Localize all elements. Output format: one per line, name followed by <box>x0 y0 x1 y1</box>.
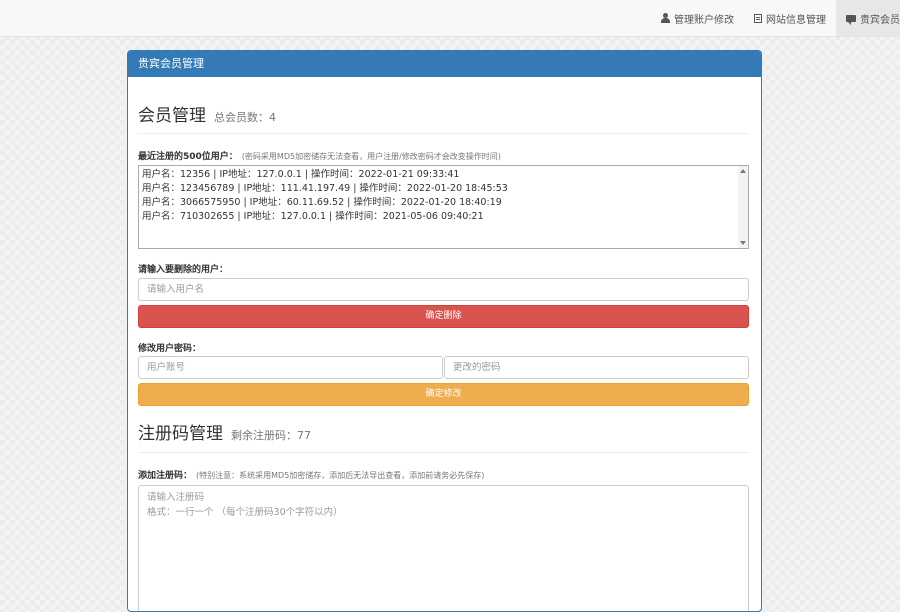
remaining-codes: 剩余注册码：77 <box>231 429 311 442</box>
log-line: 用户名：3066575950 | IP地址：60.11.69.52 | 操作时间… <box>142 197 502 208</box>
log-line: 用户名：123456789 | IP地址：111.41.197.49 | 操作时… <box>142 183 508 194</box>
code-title-text: 注册码管理 <box>138 424 223 444</box>
top-nav: 管理账户修改 网站信息管理 贵宾会员 <box>651 0 900 36</box>
delete-user-label: 请输入要删除的用户： <box>138 265 229 275</box>
divider <box>138 452 749 453</box>
scroll-up-icon[interactable] <box>740 169 746 173</box>
add-code-label: 添加注册码： (特别注意：系统采用MD5加密储存，添加后无法导出查看，添加前请务必… <box>138 468 484 481</box>
recent-users-label-text: 最近注册的500位用户： <box>138 152 238 162</box>
textarea-placeholder-line: 请输入注册码 <box>147 492 205 503</box>
member-section-title: 会员管理 总会员数：4 <box>138 101 276 126</box>
top-navbar: 管理账户修改 网站信息管理 贵宾会员 <box>0 0 900 37</box>
add-code-label-text: 添加注册码： <box>138 471 193 481</box>
divider <box>138 133 749 134</box>
code-section-title: 注册码管理 剩余注册码：77 <box>138 419 311 444</box>
log-line: 用户名：12356 | IP地址：127.0.0.1 | 操作时间：2022-0… <box>142 169 460 180</box>
member-title-text: 会员管理 <box>138 106 206 126</box>
textarea-placeholder-line: 格式：一行一个 （每个注册码30个字符以内） <box>147 507 343 518</box>
member-count: 总会员数：4 <box>214 111 276 124</box>
comment-icon <box>846 14 856 25</box>
recent-users-hint: (密码采用MD5加密储存无法查看，用户注册/修改密码才会改变操作时间) <box>241 152 501 161</box>
delete-username-input[interactable]: 请输入用户名 <box>138 278 749 301</box>
confirm-modify-button[interactable]: 确定修改 <box>138 383 749 406</box>
nav-admin-account-label: 管理账户修改 <box>674 14 734 26</box>
new-password-input[interactable]: 更改的密码 <box>444 356 749 379</box>
panel-heading: 贵宾会员管理 <box>128 51 761 77</box>
list-icon <box>754 13 762 23</box>
nav-site-info[interactable]: 网站信息管理 <box>744 0 836 36</box>
add-code-hint: (特别注意：系统采用MD5加密储存，添加后无法导出查看，添加前请务必先保存) <box>196 471 485 480</box>
log-scrollbar[interactable] <box>738 166 748 248</box>
nav-admin-account[interactable]: 管理账户修改 <box>651 0 744 36</box>
recent-users-log[interactable]: 用户名：12356 | IP地址：127.0.0.1 | 操作时间：2022-0… <box>138 165 749 249</box>
user-icon <box>661 13 670 23</box>
registration-code-textarea[interactable]: 请输入注册码 格式：一行一个 （每个注册码30个字符以内） <box>138 485 749 611</box>
nav-site-info-label: 网站信息管理 <box>766 14 826 26</box>
user-account-input[interactable]: 用户账号 <box>138 356 443 379</box>
recent-users-label: 最近注册的500位用户： (密码采用MD5加密储存无法查看，用户注册/修改密码才会… <box>138 149 501 162</box>
log-line: 用户名：710302655 | IP地址：127.0.0.1 | 操作时间：20… <box>142 211 484 222</box>
vip-management-panel: 贵宾会员管理 会员管理 总会员数：4 最近注册的500位用户： (密码采用MD5加密… <box>127 50 762 612</box>
scroll-down-icon[interactable] <box>740 241 746 245</box>
modify-password-label: 修改用户密码： <box>138 344 202 354</box>
confirm-delete-button[interactable]: 确定删除 <box>138 305 749 328</box>
nav-vip-members-label: 贵宾会员 <box>860 14 900 26</box>
nav-vip-members[interactable]: 贵宾会员 <box>836 0 900 36</box>
